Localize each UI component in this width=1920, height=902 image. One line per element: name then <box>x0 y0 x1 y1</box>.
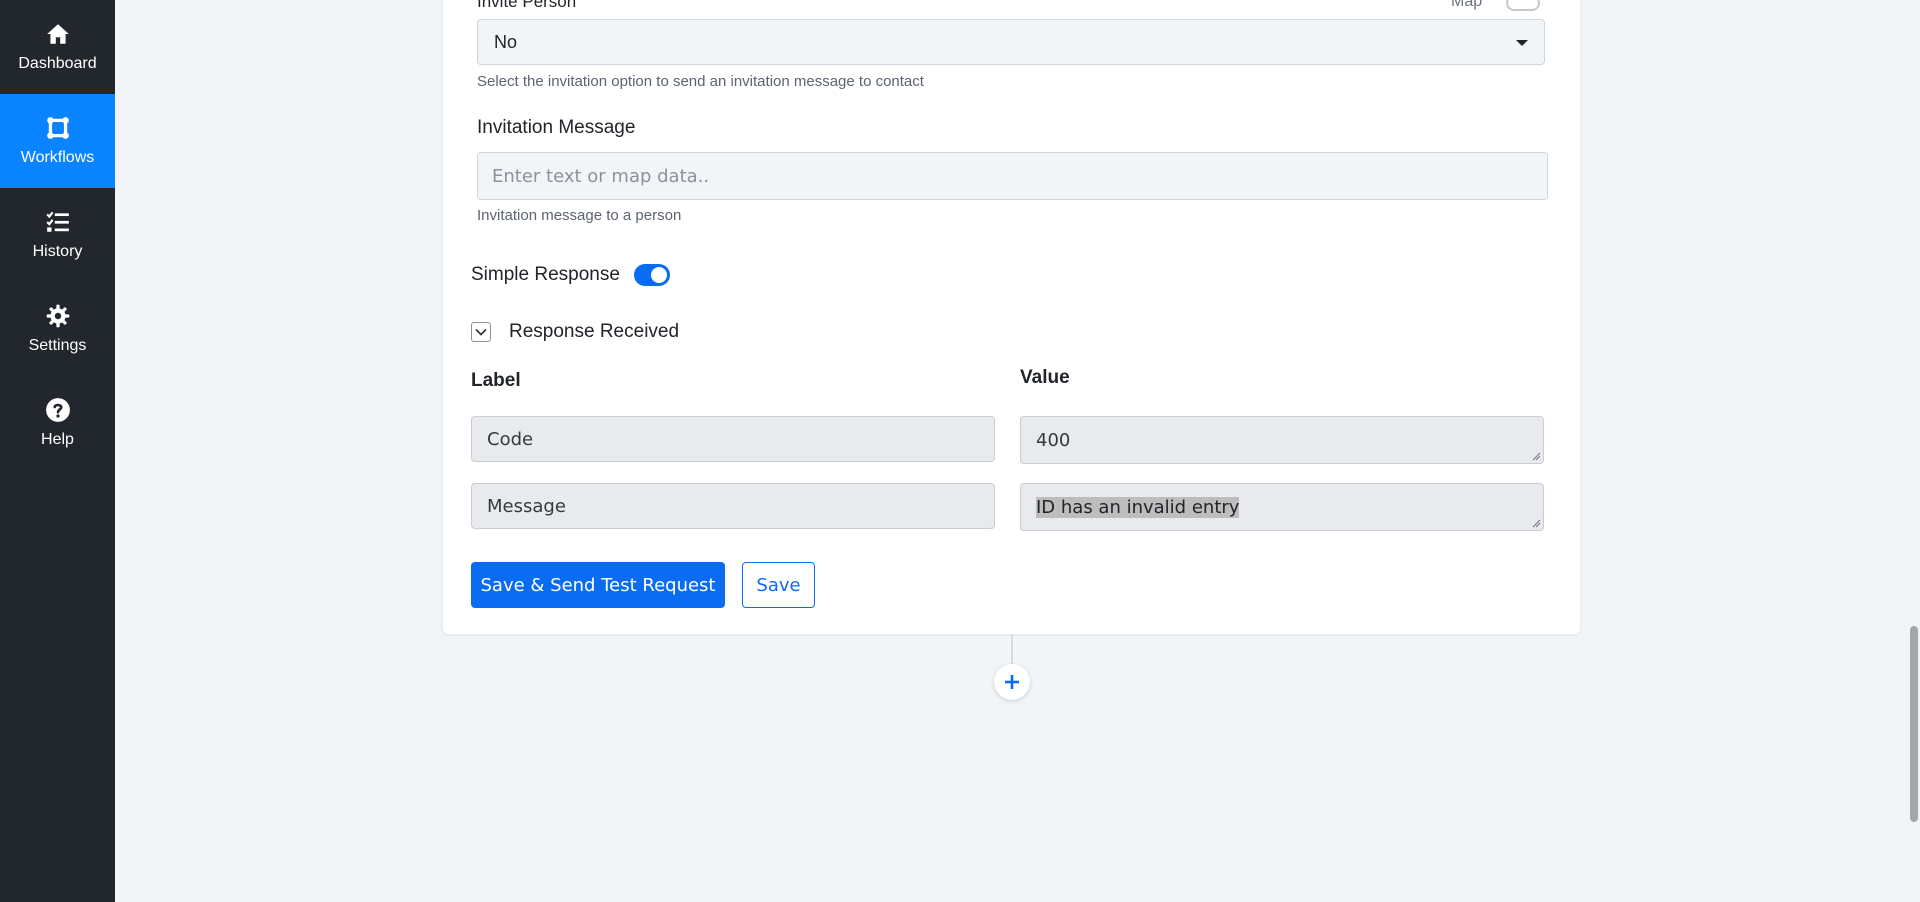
sidebar: Dashboard Workflows History Settings Hel… <box>0 0 115 902</box>
save-and-send-test-button[interactable]: Save & Send Test Request <box>471 562 725 608</box>
response-value-field[interactable]: ID has an invalid entry <box>1020 483 1544 531</box>
response-value-text: 400 <box>1036 429 1071 451</box>
switch-knob <box>651 267 667 283</box>
map-toggle[interactable] <box>1506 0 1540 11</box>
sidebar-item-dashboard[interactable]: Dashboard <box>0 0 115 94</box>
save-button[interactable]: Save <box>742 562 815 608</box>
response-received-label: Response Received <box>509 321 680 342</box>
map-toggle-label: Map <box>1451 0 1483 10</box>
invite-person-select[interactable]: No <box>477 19 1545 65</box>
invitation-message-placeholder: Enter text or map data.. <box>492 165 710 187</box>
checklist-icon <box>45 209 71 235</box>
sidebar-item-help[interactable]: Help <box>0 376 115 470</box>
invite-person-label: Invite Person <box>477 0 577 11</box>
plus-icon <box>1005 675 1019 689</box>
add-step-button[interactable] <box>994 664 1030 700</box>
sidebar-item-settings[interactable]: Settings <box>0 282 115 376</box>
response-label-field[interactable]: Code <box>471 416 995 462</box>
response-value-field[interactable]: 400 <box>1020 416 1544 464</box>
sidebar-item-workflows[interactable]: Workflows <box>0 94 115 188</box>
invite-person-selected-value: No <box>494 31 518 52</box>
sidebar-item-label: Dashboard <box>18 55 97 72</box>
caret-down-icon <box>1516 40 1528 46</box>
simple-response-label: Simple Response <box>471 264 620 285</box>
chevron-down-icon <box>475 328 487 336</box>
response-label-text: Message <box>487 495 566 517</box>
invitation-message-label: Invitation Message <box>477 117 636 138</box>
flow-connector-line <box>1011 634 1013 664</box>
page-scrollbar[interactable] <box>1906 0 1920 902</box>
sidebar-item-label: Help <box>41 431 74 448</box>
collapse-response-button[interactable] <box>471 322 491 342</box>
gear-icon <box>45 303 71 329</box>
label-column-header: Label <box>471 370 521 391</box>
value-column-header: Value <box>1020 367 1070 388</box>
sidebar-item-history[interactable]: History <box>0 188 115 282</box>
workflow-icon <box>45 115 71 141</box>
invitation-message-help: Invitation message to a person <box>477 207 682 224</box>
question-circle-icon <box>45 397 71 423</box>
sidebar-item-label: Settings <box>28 337 87 354</box>
invitation-message-input[interactable]: Enter text or map data.. <box>477 152 1548 200</box>
invite-person-help: Select the invitation option to send an … <box>477 73 924 90</box>
resize-grip-icon[interactable] <box>1531 451 1541 461</box>
response-label-field[interactable]: Message <box>471 483 995 529</box>
response-label-text: Code <box>487 428 534 450</box>
scrollbar-thumb[interactable] <box>1910 626 1918 822</box>
sidebar-item-label: Workflows <box>20 149 95 166</box>
simple-response-switch[interactable] <box>634 264 670 286</box>
resize-grip-icon[interactable] <box>1531 518 1541 528</box>
home-icon <box>45 21 71 47</box>
response-value-text: ID has an invalid entry <box>1036 496 1240 518</box>
step-config-card <box>443 0 1580 634</box>
sidebar-item-label: History <box>32 243 83 260</box>
